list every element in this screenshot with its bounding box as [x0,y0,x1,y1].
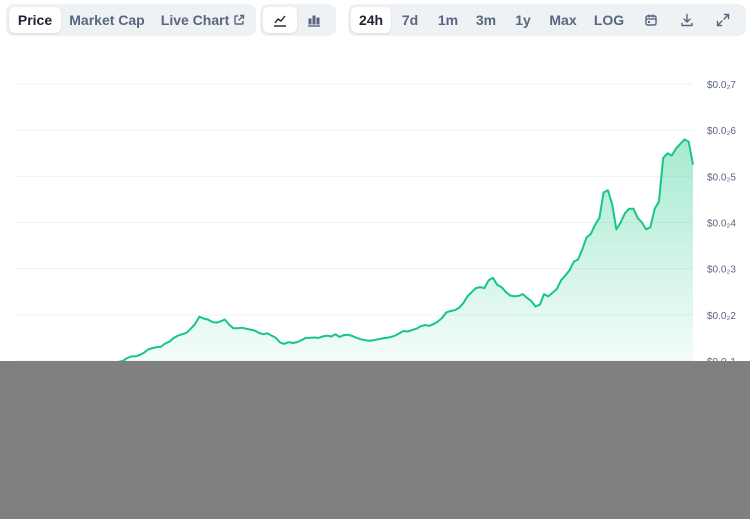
y-tick-label: $0.0₂4 [707,219,736,230]
y-tick-label: $0.0₂6 [707,126,736,137]
fullscreen-button[interactable] [705,7,741,33]
range-24h[interactable]: 24h [351,7,391,33]
fullscreen-icon [716,13,730,27]
range-7d-label: 7d [401,12,419,28]
tab-market-cap-label: Market Cap [69,12,145,28]
tab-live-chart-label: Live Chart [160,12,230,28]
time-range-group: 24h 7d 1m 3m 1y Max LOG [348,4,746,36]
tab-price[interactable]: Price [9,7,61,33]
chart-type-group [260,4,336,36]
candlestick-chart-button[interactable] [297,7,331,33]
calendar-button[interactable] [633,7,669,33]
range-1m-label: 1m [437,12,459,28]
range-1m[interactable]: 1m [429,7,467,33]
tab-market-cap[interactable]: Market Cap [61,7,153,33]
range-24h-label: 24h [358,12,384,28]
external-link-icon [233,14,245,26]
y-tick-label: $0.0₂5 [707,172,736,183]
redaction-block [0,361,750,519]
candlestick-chart-icon [307,13,321,27]
tab-price-label: Price [17,12,53,28]
line-chart-icon [273,13,287,27]
range-3m[interactable]: 3m [467,7,505,33]
view-tab-group: Price Market Cap Live Chart [6,4,256,36]
range-max[interactable]: Max [541,7,585,33]
price-area-fill [12,139,693,380]
calendar-icon [644,13,658,27]
y-tick-label: $0.0₂2 [707,311,736,322]
line-chart-button[interactable] [263,7,297,33]
chart-toolbar: Price Market Cap Live Chart 24h 7d 1m 3m… [0,0,750,40]
range-3m-label: 3m [475,12,497,28]
range-7d[interactable]: 7d [391,7,429,33]
range-1y-label: 1y [515,12,531,28]
scale-log-label: LOG [593,12,625,28]
y-tick-label: $0.0₂3 [707,265,736,276]
range-1y[interactable]: 1y [505,7,541,33]
download-icon [680,13,694,27]
download-button[interactable] [669,7,705,33]
tab-live-chart[interactable]: Live Chart [153,7,253,33]
range-max-label: Max [549,12,577,28]
y-tick-label: $0.0₂7 [707,80,736,91]
scale-log[interactable]: LOG [585,7,633,33]
redaction-block-notch [0,374,100,394]
